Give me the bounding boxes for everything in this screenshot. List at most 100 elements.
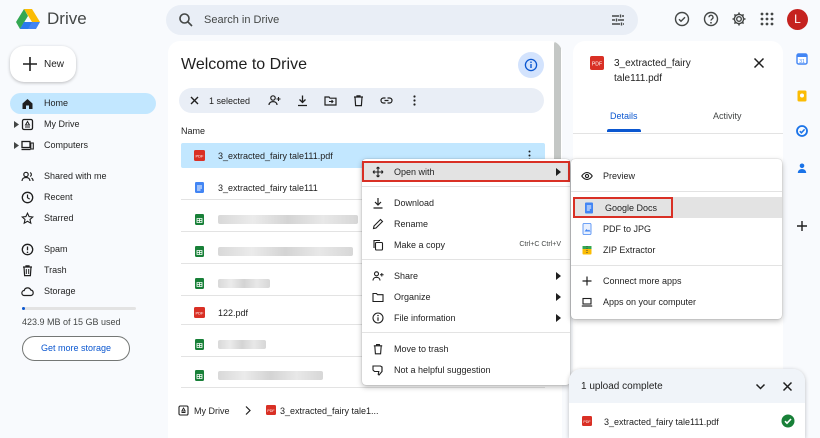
- menu-item-share[interactable]: Share: [362, 265, 570, 286]
- expand-caret-icon[interactable]: [14, 142, 19, 149]
- file-context-menu: Open with Download Rename Make a copy Ct…: [362, 159, 570, 385]
- add-addon-plus-icon[interactable]: [796, 220, 808, 232]
- shared-icon: [21, 170, 34, 183]
- tab-details[interactable]: Details: [610, 111, 638, 121]
- menu-item-google-docs[interactable]: Google Docs: [573, 197, 673, 218]
- menu-item-label: File information: [394, 313, 456, 323]
- account-avatar[interactable]: L: [787, 9, 808, 30]
- menu-item-open-with[interactable]: Open with: [362, 161, 570, 182]
- app-title: Drive: [47, 9, 87, 28]
- menu-item-pdf-to-jpg[interactable]: PDF to JPG: [571, 218, 782, 239]
- tasks-icon[interactable]: [796, 125, 808, 137]
- collapse-chevron-down-icon[interactable]: [755, 381, 766, 392]
- menu-item-label: Not a helpful suggestion: [394, 365, 491, 375]
- download-icon[interactable]: [296, 94, 309, 107]
- sidebar-item-starred[interactable]: Starred: [10, 208, 156, 229]
- trash-icon[interactable]: [352, 94, 365, 107]
- new-button[interactable]: New: [10, 46, 76, 82]
- calendar-icon[interactable]: 31: [796, 53, 808, 65]
- eye-icon: [581, 170, 593, 182]
- pdf-file-icon: PDF: [582, 416, 592, 426]
- close-icon[interactable]: [753, 57, 765, 69]
- menu-item-move-to-trash[interactable]: Move to trash: [362, 338, 570, 359]
- search-placeholder: Search in Drive: [204, 14, 280, 26]
- menu-item-not-helpful[interactable]: Not a helpful suggestion: [362, 359, 570, 380]
- svg-text:PDF: PDF: [267, 409, 275, 413]
- trash-icon: [372, 343, 384, 355]
- docs-file-icon: [194, 182, 205, 193]
- link-icon[interactable]: [380, 94, 393, 107]
- menu-item-apps-on-your-computer[interactable]: Apps on your computer: [571, 291, 782, 312]
- clear-selection-close-icon[interactable]: [188, 94, 201, 107]
- star-icon: [21, 212, 34, 225]
- expand-caret-icon[interactable]: [14, 121, 19, 128]
- sidebar-item-spam[interactable]: Spam: [10, 239, 156, 260]
- menu-item-preview[interactable]: Preview: [571, 165, 782, 186]
- menu-divider: [571, 191, 782, 192]
- close-icon[interactable]: [782, 381, 793, 392]
- search-options-icon[interactable]: [610, 12, 626, 28]
- keep-icon[interactable]: [796, 90, 808, 102]
- sidebar-item-shared-with-me[interactable]: Shared with me: [10, 166, 156, 187]
- svg-text:PDF: PDF: [592, 62, 602, 68]
- help-icon[interactable]: [703, 11, 719, 27]
- upload-header: 1 upload complete: [569, 369, 805, 403]
- drive-logo-icon: [16, 8, 40, 30]
- search-bar[interactable]: Search in Drive: [166, 5, 638, 35]
- sidebar-item-trash[interactable]: Trash: [10, 260, 156, 281]
- contacts-icon[interactable]: [796, 162, 808, 174]
- details-toggle-button[interactable]: [518, 52, 544, 78]
- offline-status-icon[interactable]: [674, 11, 690, 27]
- menu-item-zip-extractor[interactable]: ZIP Extractor: [571, 239, 782, 260]
- share-person-add-icon: [372, 270, 384, 282]
- pdf-file-icon: PDF: [194, 150, 205, 161]
- plus-icon: [581, 275, 593, 287]
- submenu-arrow-icon: [556, 293, 562, 301]
- chevron-right-icon: [244, 405, 252, 416]
- sheets-file-icon: [194, 246, 205, 257]
- sidebar-item-storage[interactable]: Storage: [10, 281, 156, 302]
- page-title: Welcome to Drive: [181, 56, 307, 73]
- tab-activity[interactable]: Activity: [713, 111, 742, 121]
- my-drive-icon: [178, 405, 189, 416]
- obscured-file-name: [218, 371, 323, 380]
- sheets-file-icon: [194, 339, 205, 350]
- sidebar-item-label: Starred: [44, 213, 74, 223]
- get-more-storage-button[interactable]: Get more storage: [22, 336, 130, 361]
- menu-item-organize[interactable]: Organize: [362, 286, 570, 307]
- sidebar-item-computers[interactable]: Computers: [10, 135, 156, 156]
- menu-item-label: Apps on your computer: [603, 297, 697, 307]
- menu-item-label: PDF to JPG: [603, 224, 652, 234]
- menu-item-connect-more-apps[interactable]: Connect more apps: [571, 270, 782, 291]
- computers-icon: [21, 139, 34, 152]
- info-icon: [524, 58, 538, 72]
- menu-item-make-a-copy[interactable]: Make a copy Ctrl+C Ctrl+V: [362, 234, 570, 255]
- move-to-folder-icon[interactable]: [324, 94, 337, 107]
- menu-item-file-information[interactable]: File information: [362, 307, 570, 328]
- menu-divider: [362, 186, 570, 187]
- breadcrumb-root[interactable]: My Drive: [194, 406, 230, 416]
- svg-text:PDF: PDF: [196, 154, 205, 159]
- sidebar-item-label: Shared with me: [44, 171, 107, 181]
- apps-grid-icon[interactable]: [759, 11, 775, 27]
- column-header-name[interactable]: Name: [181, 126, 205, 136]
- my-drive-icon: [21, 118, 34, 131]
- settings-gear-icon[interactable]: [731, 11, 747, 27]
- pdf-file-icon: PDF: [266, 405, 276, 415]
- sidebar-item-my-drive[interactable]: My Drive: [10, 114, 156, 135]
- share-person-add-icon[interactable]: [268, 94, 281, 107]
- menu-item-label: Download: [394, 198, 435, 208]
- more-vertical-icon[interactable]: [408, 94, 421, 107]
- sidebar-item-recent[interactable]: Recent: [10, 187, 156, 208]
- sheets-file-icon: [194, 214, 205, 225]
- breadcrumb-file[interactable]: 3_extracted_fairy tale1...: [280, 406, 379, 416]
- menu-item-download[interactable]: Download: [362, 192, 570, 213]
- copy-icon: [372, 239, 384, 251]
- storage-usage-text: 423.9 MB of 15 GB used: [22, 317, 121, 327]
- sidebar-item-home[interactable]: Home: [10, 93, 156, 114]
- sidebar-item-label: Computers: [44, 140, 89, 150]
- active-tab-indicator: [607, 129, 641, 132]
- menu-item-rename[interactable]: Rename: [362, 213, 570, 234]
- file-name: 122.pdf: [218, 308, 249, 318]
- uploaded-file-name[interactable]: 3_extracted_fairy tale111.pdf: [604, 417, 719, 427]
